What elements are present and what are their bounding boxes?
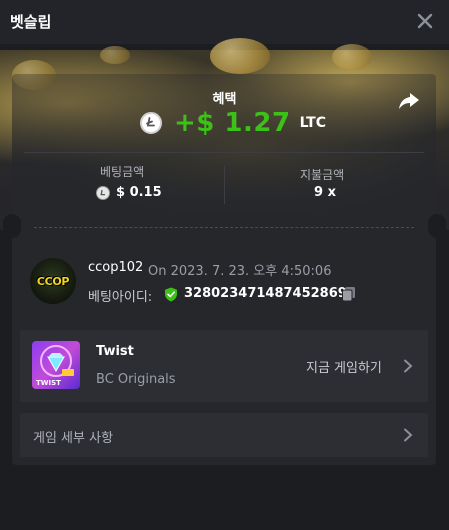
play-now-link[interactable]: 지금 게임하기 (306, 357, 382, 376)
shield-check-icon (165, 287, 177, 302)
reward-amount: +$ 1.27 (174, 108, 291, 138)
game-provider: BC Originals (96, 372, 176, 387)
copy-icon[interactable] (341, 286, 357, 302)
bet-datetime: On 2023. 7. 23. 오후 4:50:06 (148, 264, 332, 279)
game-thumbnail: TWIST (32, 341, 80, 389)
litecoin-icon (96, 185, 110, 200)
bet-id-label: 베팅아이디: (88, 290, 153, 305)
ticket-separator (34, 227, 414, 228)
ticket-notch-right (428, 214, 446, 238)
game-row[interactable]: TWIST Twist BC Originals 지금 게임하기 (20, 330, 428, 402)
divider (24, 152, 424, 153)
payout-value: 9 x (314, 185, 336, 200)
avatar[interactable]: CCOP (30, 258, 76, 304)
game-name: Twist (96, 344, 134, 359)
chevron-right-icon (404, 359, 413, 373)
ticket-notch-left (3, 214, 21, 238)
game-details-label: 게임 세부 사항 (33, 431, 114, 446)
window-title: 벳슬립 (10, 13, 52, 31)
bet-amount-text: $ 0.15 (116, 185, 162, 200)
litecoin-icon (140, 112, 162, 134)
close-icon[interactable] (415, 11, 435, 31)
stats-divider (224, 166, 225, 204)
avatar-text: CCOP (36, 274, 70, 288)
bet-amount-value: $ 0.15 (96, 185, 162, 200)
betslip-header: 벳슬립 (0, 0, 449, 44)
reward-currency: LTC (299, 115, 327, 131)
username[interactable]: ccop102 (88, 260, 143, 275)
reward-label: 혜택 (212, 92, 237, 107)
game-details-row[interactable]: 게임 세부 사항 (20, 413, 428, 457)
share-icon[interactable] (398, 90, 420, 112)
chevron-right-icon (404, 428, 413, 442)
game-thumb-label: TWIST (36, 379, 61, 387)
bet-amount-label: 베팅금액 (100, 165, 145, 179)
bet-id: 328023471487452869 (184, 286, 347, 301)
reward-row: +$ 1.27 LTC (140, 108, 326, 138)
payout-label: 지불금액 (300, 168, 345, 182)
